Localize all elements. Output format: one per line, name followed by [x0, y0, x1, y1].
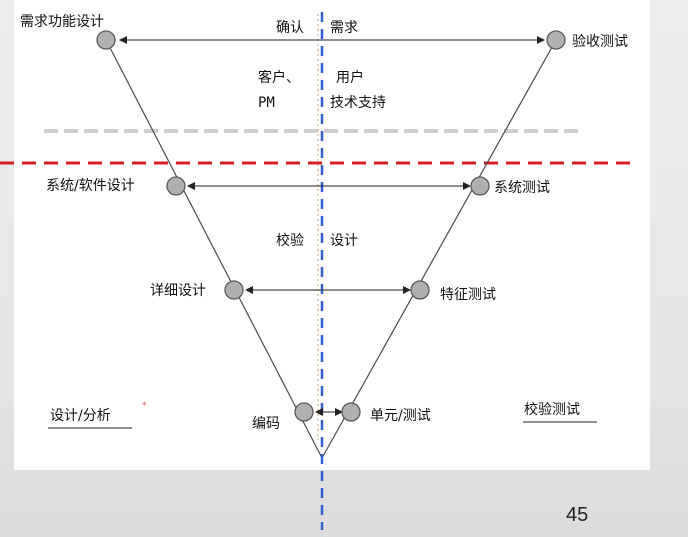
label-detailed-design: 详细设计 — [150, 283, 206, 299]
label-pm: PM — [258, 95, 275, 111]
page-number: 45 — [566, 504, 589, 526]
node-acceptance-test — [546, 30, 566, 50]
label-user: 用户 — [336, 70, 364, 86]
node-detailed-design — [224, 280, 244, 300]
node-unit-test — [341, 402, 361, 422]
label-feature-test: 特征测试 — [440, 287, 496, 303]
label-acceptance-test: 验收测试 — [572, 34, 628, 50]
label-design: 设计 — [330, 233, 358, 249]
label-verify: 校验 — [276, 233, 304, 249]
label-coding: 编码 — [252, 416, 280, 432]
node-requirements-design — [96, 30, 116, 50]
label-unit-test: 单元/测试 — [370, 408, 431, 424]
label-tech-support: 技术支持 — [330, 95, 386, 111]
label-system-design: 系统/软件设计 — [46, 178, 135, 194]
node-system-design — [166, 176, 186, 196]
label-requirements-design: 需求功能设计 — [20, 14, 104, 30]
node-coding — [294, 402, 314, 422]
node-feature-test — [410, 280, 430, 300]
label-system-test: 系统测试 — [494, 180, 550, 196]
v-left-side — [105, 39, 323, 459]
side-label-verification-test: 校验测试 — [524, 402, 580, 418]
side-label-design-analysis: 设计/分析 — [50, 408, 111, 424]
stray-mark: * — [142, 401, 147, 411]
label-requirements: 需求 — [330, 20, 358, 36]
node-system-test — [470, 176, 490, 196]
label-customer: 客户、 — [258, 70, 300, 86]
label-confirm: 确认 — [276, 20, 304, 36]
